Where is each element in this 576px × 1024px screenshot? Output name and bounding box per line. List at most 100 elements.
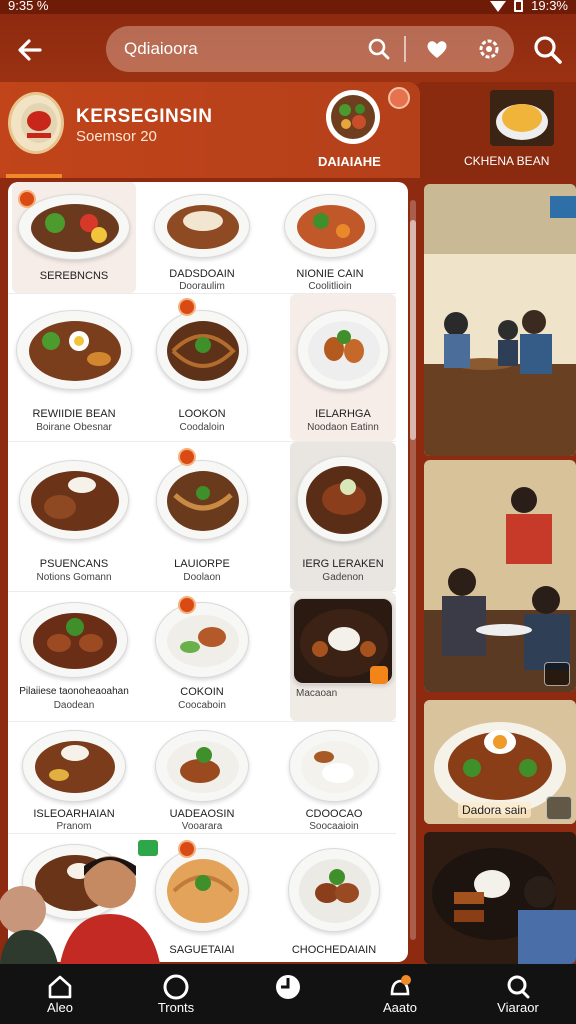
nav-viewer-label: Viaraor <box>497 1000 539 1015</box>
dish-subtitle: Coolitlioin <box>308 281 352 292</box>
nav-home-label: Aleo <box>46 1000 74 1015</box>
search-icon[interactable] <box>366 36 392 62</box>
dish-image <box>289 730 379 802</box>
search-divider <box>404 36 406 62</box>
dish-subtitle: Notions Gomann <box>36 572 112 583</box>
tag-icon <box>178 448 196 466</box>
dish-subtitle: Boirane Obesnar <box>36 422 112 433</box>
search-icon <box>507 975 530 999</box>
dish-cell[interactable]: REWIIDIE BEAN Boirane Obesnar <box>12 294 136 441</box>
dish-image <box>22 730 126 802</box>
dish-name: IERG LERAKEN <box>302 558 384 570</box>
nav-order-label: Aaato <box>383 1000 417 1015</box>
dish-cell[interactable]: CHOCHEDAIAIN <box>272 834 396 962</box>
dish-cell[interactable]: UADEAOSIN Vooarara <box>140 722 264 833</box>
dish-photo[interactable]: Dadora sain <box>424 700 576 824</box>
expand-image-icon[interactable] <box>544 662 570 686</box>
dish-name: SEREBNCNS <box>39 270 109 282</box>
nav-fronts-label: Tronts <box>157 1000 195 1015</box>
tag-icon <box>178 840 196 858</box>
settings-icon[interactable] <box>476 36 502 62</box>
side-card-label: CKHENA BEAN <box>464 154 550 168</box>
menu-row: PSUENCANS Notions Gomann LAUIORPE Doolao… <box>8 442 396 592</box>
home-icon <box>48 975 72 999</box>
diners-photo[interactable] <box>424 460 576 692</box>
dish-name: IELARHGA <box>315 408 371 420</box>
dish-image <box>155 730 249 802</box>
dish-cell[interactable]: ISLEOARHAIAN Pranom <box>12 722 136 833</box>
nav-order[interactable]: Aaato <box>350 964 450 1024</box>
dish-cell[interactable]: SEREBNCNS <box>12 182 136 293</box>
active-tab-indicator <box>6 174 62 178</box>
nav-fronts[interactable]: Tronts <box>126 964 226 1024</box>
dish-subtitle: Noodaon Eatinn <box>307 422 379 433</box>
dish-name: COKOIN <box>180 686 224 698</box>
dish-cell[interactable]: IERG LERAKEN Gadenon <box>290 442 396 591</box>
dish-name: LOOKON <box>178 408 226 420</box>
search-button-icon[interactable] <box>532 34 564 66</box>
cart-badge-icon[interactable] <box>370 666 388 684</box>
dish-name: UADEAOSIN <box>169 808 235 820</box>
dish-image <box>18 194 130 260</box>
dish-image <box>16 310 132 390</box>
status-bar: 9:35 % 19:3% <box>0 0 576 14</box>
header-dish-image[interactable] <box>326 90 380 144</box>
restaurant-photo[interactable] <box>424 184 576 456</box>
store-logo <box>8 92 64 154</box>
side-featured-card[interactable]: CKHENA BEAN <box>420 82 576 178</box>
store-subtitle: Soemsor 20 <box>76 128 157 145</box>
grill-photo[interactable] <box>424 832 576 964</box>
dish-image <box>155 602 249 678</box>
dish-cell[interactable]: CDOOCAO Soocaaioin <box>272 722 396 833</box>
dish-name: DADSDOAIN <box>169 268 235 280</box>
dish-cell[interactable]: DADSDOAIN Dooraulim <box>140 182 264 293</box>
dish-cell[interactable]: LOOKON Coodaloin <box>140 294 264 441</box>
dish-image <box>284 194 376 258</box>
location-badge-icon[interactable] <box>388 87 410 109</box>
dish-cell[interactable]: PSUENCANS Notions Gomann <box>12 442 136 591</box>
back-arrow-icon[interactable] <box>14 34 46 66</box>
dish-subtitle: Vooarara <box>181 821 223 832</box>
dish-cell[interactable]: Pilaiiese taonoheaoahan Daodean <box>12 592 136 721</box>
search-bar[interactable]: Qdiaioora <box>106 26 514 72</box>
battery-icon <box>514 0 524 12</box>
tag-icon <box>18 190 36 208</box>
dish-name: CDOOCAO <box>305 808 363 820</box>
status-icons: 19:3% <box>490 0 568 13</box>
dish-subtitle: Coodaloin <box>179 422 225 433</box>
dish-subtitle: Doolaon <box>183 572 221 583</box>
diners-overlay-image <box>0 840 170 964</box>
dish-subtitle: Gadenon <box>322 572 364 583</box>
signal-icon <box>490 0 507 12</box>
dish-subtitle: Soocaaioin <box>309 821 359 832</box>
dish-name: ISLEOARHAIAN <box>33 808 115 820</box>
header-tab-label[interactable]: DAIAIAHE <box>318 154 381 169</box>
nav-home[interactable]: Aleo <box>10 964 110 1024</box>
dish-cell[interactable]: COKOIN Coocaboin <box>140 592 264 721</box>
dish-cell[interactable]: LAUIORPE Doolaon <box>140 442 264 591</box>
dish-cell[interactable]: IELARHGA Noodaon Eatinn <box>290 294 396 441</box>
heart-icon[interactable] <box>424 36 450 62</box>
search-input[interactable]: Qdiaioora <box>124 39 198 59</box>
dish-subtitle: Dooraulim <box>179 281 225 292</box>
dish-subtitle: Pranom <box>56 821 92 832</box>
store-header[interactable]: KERSEGINSIN Soemsor 20 DAIAIAHE <box>0 82 420 178</box>
menu-row: SEREBNCNS DADSDOAIN Dooraulim NIONIE CAI… <box>8 182 396 294</box>
dish-image <box>288 848 380 932</box>
camera-icon[interactable] <box>546 796 572 820</box>
scrollbar-thumb[interactable] <box>410 220 416 440</box>
bottom-navigation: Aleo Tronts Aaato Viaraor <box>0 964 576 1024</box>
store-name: KERSEGINSIN <box>76 106 213 127</box>
nav-viewer[interactable]: Viaraor <box>468 964 568 1024</box>
dish-cell[interactable]: NIONIE CAIN Coolitlioin <box>268 182 392 293</box>
dish-image <box>154 194 250 258</box>
nav-center[interactable] <box>238 964 338 1024</box>
scrollbar[interactable] <box>410 200 416 940</box>
dish-image <box>156 310 248 390</box>
clock-icon <box>276 975 300 999</box>
dish-subtitle: Macaoan <box>296 688 338 699</box>
tag-icon <box>178 298 196 316</box>
tag-icon <box>178 596 196 614</box>
dish-name: Pilaiiese taonoheaoahan <box>19 686 129 697</box>
dish-cell[interactable]: Macaoan <box>290 592 396 721</box>
